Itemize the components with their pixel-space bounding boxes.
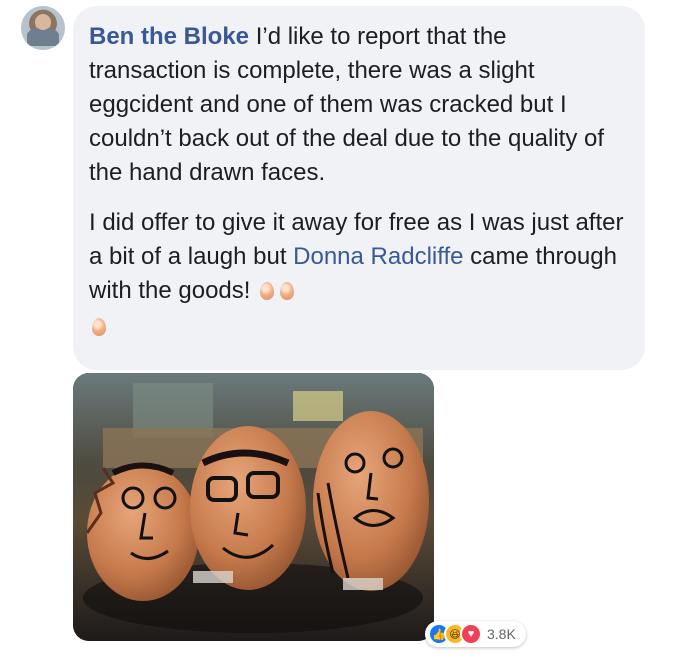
egg-icon [260, 282, 275, 300]
comment-paragraph-1: Ben the Bloke I’d like to report that th… [89, 20, 625, 190]
eggs-photo-illustration [73, 373, 434, 641]
love-icon: ♥ [460, 623, 482, 645]
comment-photo[interactable] [73, 373, 434, 641]
egg-icon [92, 318, 106, 336]
egg-icon [280, 282, 295, 300]
reaction-count: 3.8K [487, 626, 516, 642]
mention-link[interactable]: Donna Radcliffe [293, 243, 463, 270]
avatar[interactable] [21, 6, 65, 50]
author-name-link[interactable]: Ben the Bloke [89, 23, 249, 50]
reactions-summary[interactable]: 👍 😆 ♥ 3.8K [425, 621, 526, 647]
comment-paragraph-2: I did offer to give it away for free as … [89, 206, 625, 344]
comment-bubble: Ben the Bloke I’d like to report that th… [73, 6, 645, 370]
